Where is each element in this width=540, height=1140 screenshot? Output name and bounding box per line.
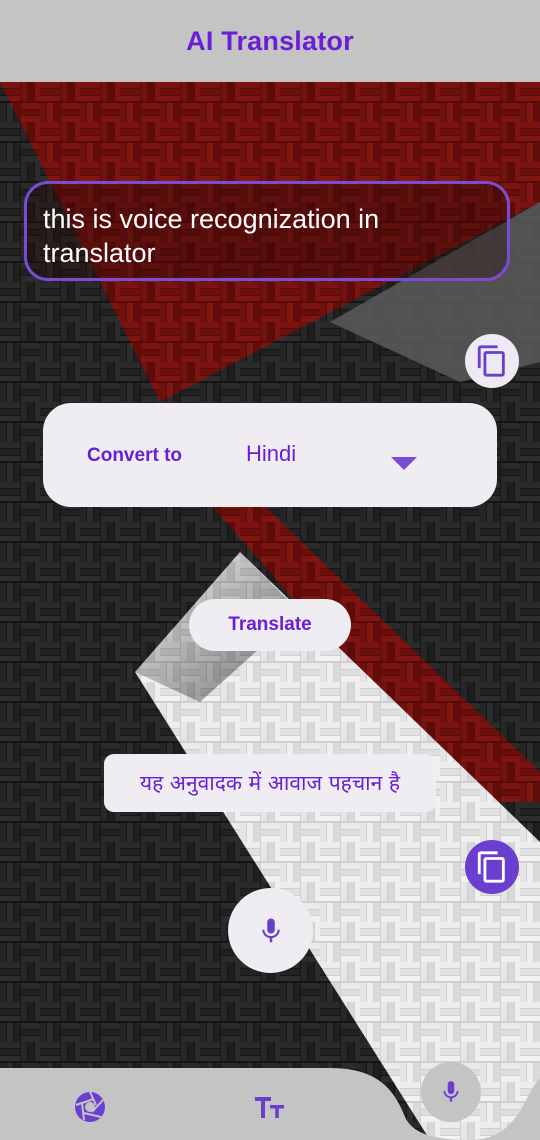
convert-label: Convert to (87, 445, 182, 466)
bottom-navigation (0, 1062, 540, 1140)
copy-icon (477, 345, 505, 377)
nav-camera-button[interactable] (73, 1090, 107, 1124)
nav-mic-button[interactable] (421, 1062, 481, 1122)
text-size-icon (255, 1097, 284, 1118)
copy-translation-button[interactable] (465, 840, 519, 894)
convert-card: Convert to Hindi (43, 403, 497, 507)
source-text-box[interactable]: this is voice recognization in translato… (24, 181, 510, 281)
language-select[interactable]: Hindi (246, 441, 296, 467)
mic-icon (443, 1081, 459, 1102)
app-bar: AI Translator (0, 0, 540, 82)
voice-input-button[interactable] (228, 888, 313, 973)
copy-icon (477, 851, 505, 883)
translated-text-box: यह अनुवादक में आवाज पहचान है (104, 754, 436, 812)
translate-button[interactable]: Translate (189, 599, 351, 651)
app-title: AI Translator (186, 25, 354, 56)
source-text: this is voice recognization in translato… (43, 204, 380, 268)
mic-icon (261, 918, 280, 942)
translated-text: यह अनुवादक में आवाज पहचान है (139, 771, 401, 795)
chevron-down-icon[interactable] (391, 457, 417, 471)
copy-source-button[interactable] (465, 334, 519, 388)
nav-text-button[interactable] (254, 1092, 286, 1122)
camera-aperture-icon (75, 1091, 105, 1122)
